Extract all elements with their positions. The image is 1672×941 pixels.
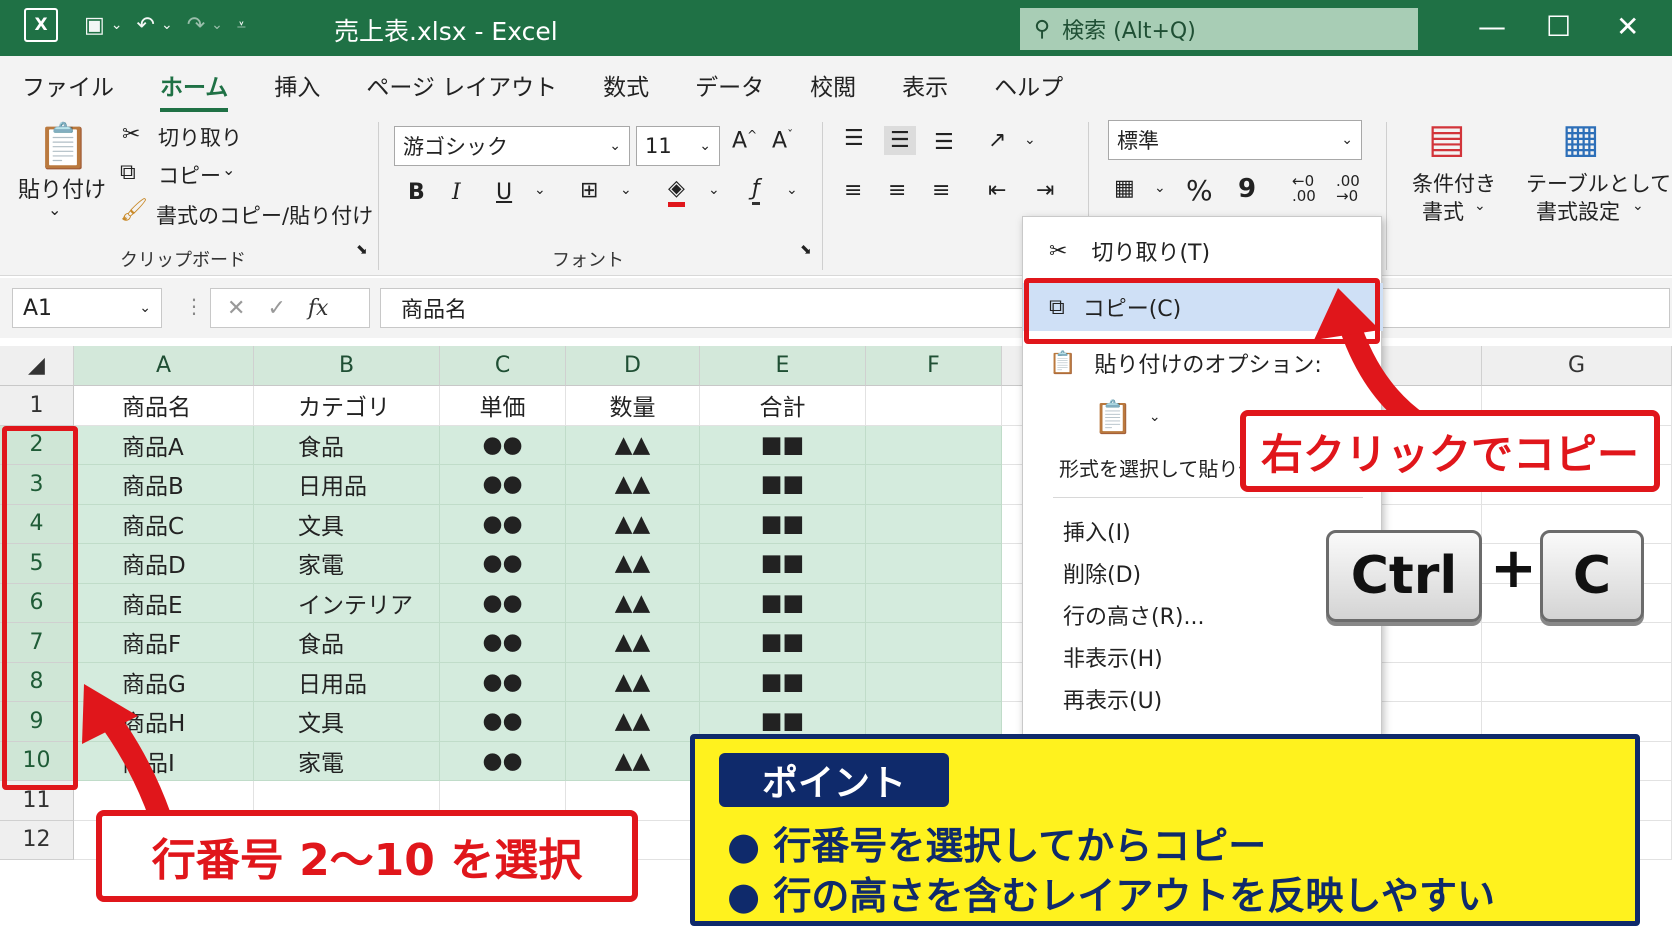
arrow-head-copy	[1314, 288, 1380, 340]
ctrl-key: Ctrl	[1326, 530, 1482, 622]
right-click-callout: 右クリックでコピー	[1240, 410, 1660, 492]
point-line-2: ● 行の高さを含むレイアウトを反映しやすい	[727, 874, 1496, 918]
c-key: C	[1540, 530, 1644, 622]
select-rows-callout: 行番号 2〜10 を選択	[96, 810, 638, 902]
point-tag: ポイント	[719, 753, 949, 807]
excel-window: X ▣ ⌄ ↶ ⌄ ↷ ⌄ ⩡ 売上表.xlsx - Excel ⚲ 検索 (A…	[0, 0, 1672, 941]
plus-sign: +	[1490, 536, 1537, 601]
point-box: ポイント ● 行番号を選択してからコピー ● 行の高さを含むレイアウトを反映しや…	[690, 734, 1640, 926]
point-line-1: ● 行番号を選択してからコピー	[727, 824, 1267, 868]
arrow-to-copy	[1337, 309, 1431, 435]
